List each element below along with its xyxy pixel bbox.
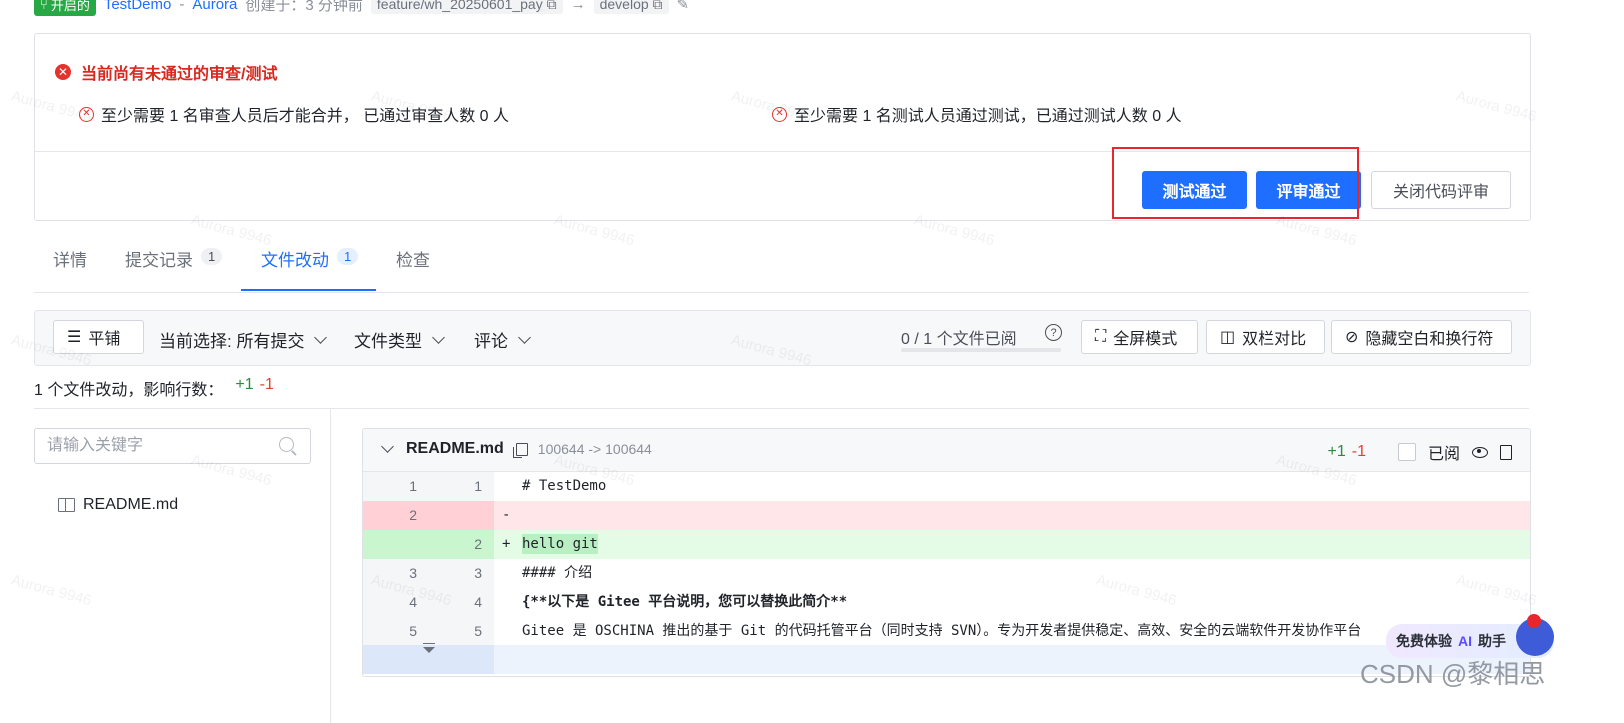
diff-marker	[494, 588, 514, 617]
divider	[34, 408, 1529, 409]
error-outline-icon: ✕	[772, 106, 787, 122]
old-line-number[interactable]: 5	[363, 617, 429, 646]
test-requirement: ✕ 至少需要 1 名测试人员通过测试，已通过测试人数 0 人	[772, 102, 1182, 126]
old-line-number[interactable]: 1	[363, 472, 429, 501]
viewed-checkbox[interactable]	[1397, 443, 1416, 461]
diff-marker: -	[502, 507, 511, 523]
fullscreen-icon: ⛶	[1095, 328, 1107, 345]
tab-details[interactable]: 详情	[53, 246, 87, 291]
file-lines-added: +1	[1327, 443, 1346, 460]
list-icon: ☰	[67, 329, 82, 346]
status-badge: ⑂ 开启的	[34, 0, 96, 16]
diff-marker: +	[502, 536, 511, 552]
csdn-watermark: CSDN @黎相思	[1360, 659, 1546, 689]
document-icon[interactable]	[1500, 444, 1512, 460]
fullscreen-button[interactable]: ⛶ 全屏模式	[1081, 320, 1198, 354]
tab-file-changes[interactable]: 文件改动 1	[241, 246, 376, 291]
branch-merge-icon: ⑂	[40, 0, 48, 12]
diff-line: 11 # TestDemo	[363, 472, 1530, 501]
viewed-label: 已阅	[1427, 446, 1460, 463]
eye-icon[interactable]	[1472, 446, 1488, 458]
file-tree-item[interactable]: README.md	[58, 496, 178, 514]
diff-line-text: # TestDemo	[522, 478, 607, 494]
diff-line: 44 {**以下是 Gitee 平台说明，您可以替换此简介**	[363, 588, 1530, 617]
help-icon[interactable]: ?	[1045, 324, 1062, 341]
mr-meta-row: ⑂ 开启的 TestDemo - Aurora 创建于：3 分钟前 feature…	[34, 0, 689, 16]
diff-toolbar: ☰ 平铺 当前选择: 所有提交 文件类型 评论 0 / 1 个文件已阅 ? ⛶ 全屏…	[34, 310, 1531, 366]
file-lines-removed: -1	[1351, 443, 1366, 460]
author-link[interactable]: Aurora	[192, 0, 237, 13]
columns-icon: ◫	[1220, 329, 1236, 346]
diff-line: 55 Gitee 是 OSCHINA 推出的基于 Git 的代码托管平台（同时支…	[363, 617, 1530, 646]
commit-selection-dropdown[interactable]: 当前选择: 所有提交	[159, 327, 328, 352]
file-icon	[58, 498, 75, 512]
tab-commits[interactable]: 提交记录 1	[125, 246, 223, 291]
diff-marker	[494, 617, 514, 646]
new-line-number[interactable]	[429, 501, 494, 530]
search-icon[interactable]	[279, 437, 294, 452]
diff-line: 2 + hello git	[363, 530, 1530, 559]
error-icon: ✕	[55, 64, 71, 80]
diff-file-header: README.md 100644 -> 100644 +1 -1 已阅	[363, 429, 1530, 472]
expand-context-row[interactable]	[363, 643, 1530, 674]
chevron-down-icon	[518, 330, 531, 344]
old-line-number[interactable]: 4	[363, 588, 429, 617]
file-search-input[interactable]	[34, 428, 311, 464]
tile-view-button[interactable]: ☰ 平铺	[53, 320, 144, 354]
edit-icon[interactable]: ✎	[677, 0, 690, 13]
created-time: 创建于：3 分钟前	[245, 0, 363, 14]
commit-count-badge: 1	[201, 248, 223, 265]
old-line-number[interactable]: 3	[363, 559, 429, 588]
side-by-side-button[interactable]: ◫ 双栏对比	[1206, 320, 1325, 354]
copy-icon[interactable]	[512, 442, 528, 458]
collapse-chevron-icon[interactable]	[381, 440, 394, 453]
diff-file-name[interactable]: README.md	[406, 440, 504, 458]
chevron-down-icon	[432, 330, 445, 344]
old-line-number[interactable]	[363, 530, 429, 559]
branch-arrow-icon: →	[570, 0, 586, 13]
eye-off-icon: ⊘	[1345, 329, 1359, 346]
diff-line: 33 #### 介绍	[363, 559, 1530, 588]
change-summary: 1 个文件改动，影响行数： +1 -1	[34, 376, 274, 399]
expand-down-icon[interactable]	[422, 643, 435, 653]
sidebar-divider	[330, 409, 331, 723]
diff-line-text: hello git	[522, 534, 598, 554]
hide-whitespace-button[interactable]: ⊘ 隐藏空白和换行符	[1331, 320, 1512, 354]
viewed-progress-text: 0 / 1 个文件已阅	[901, 331, 1017, 348]
new-line-number[interactable]: 3	[429, 559, 494, 588]
diff-line-text: {**以下是 Gitee 平台说明，您可以替换此简介**	[522, 594, 848, 610]
close-review-button[interactable]: 关闭代码评审	[1371, 171, 1511, 209]
source-branch[interactable]: feature/wh_20250601_pay ⧉	[370, 0, 563, 14]
new-line-number[interactable]: 5	[429, 617, 494, 646]
diff-line-text: #### 介绍	[522, 565, 593, 581]
old-line-number[interactable]: 2	[363, 501, 429, 530]
diff-line: 2-	[363, 501, 1530, 530]
review-requirement: ✕ 至少需要 1 名审查人员后才能合并， 已通过审查人数 0 人	[79, 102, 509, 126]
file-diff-panel: README.md 100644 -> 100644 +1 -1 已阅 11 #…	[362, 428, 1531, 677]
mr-tabs: 详情 提交记录 1 文件改动 1 检查	[34, 246, 1529, 293]
file-count-badge: 1	[337, 248, 359, 265]
new-line-number[interactable]: 2	[429, 530, 494, 559]
target-branch[interactable]: develop ⧉	[593, 0, 669, 14]
file-mode: 100644 -> 100644	[537, 441, 652, 457]
review-status-title: ✕ 当前尚有未通过的审查/测试	[55, 60, 277, 84]
new-line-number[interactable]: 4	[429, 588, 494, 617]
diff-marker	[494, 472, 514, 501]
chevron-down-icon	[314, 330, 328, 344]
meta-separator: -	[179, 0, 185, 13]
diff-marker	[494, 559, 514, 588]
lines-removed: -1	[259, 376, 274, 393]
lines-added: +1	[235, 376, 254, 393]
error-outline-icon: ✕	[79, 106, 94, 122]
highlight-annotation-box	[1112, 147, 1359, 219]
file-type-dropdown[interactable]: 文件类型	[354, 327, 445, 352]
comments-dropdown[interactable]: 评论	[474, 327, 531, 352]
new-line-number[interactable]: 1	[429, 472, 494, 501]
tab-checks[interactable]: 检查	[396, 246, 430, 291]
viewed-progress-bar	[901, 348, 1061, 352]
robot-icon[interactable]	[1516, 614, 1554, 656]
diff-line-text: Gitee 是 OSCHINA 推出的基于 Git 的代码托管平台（同时支持 S…	[522, 623, 1362, 639]
repo-link[interactable]: TestDemo	[104, 0, 172, 13]
